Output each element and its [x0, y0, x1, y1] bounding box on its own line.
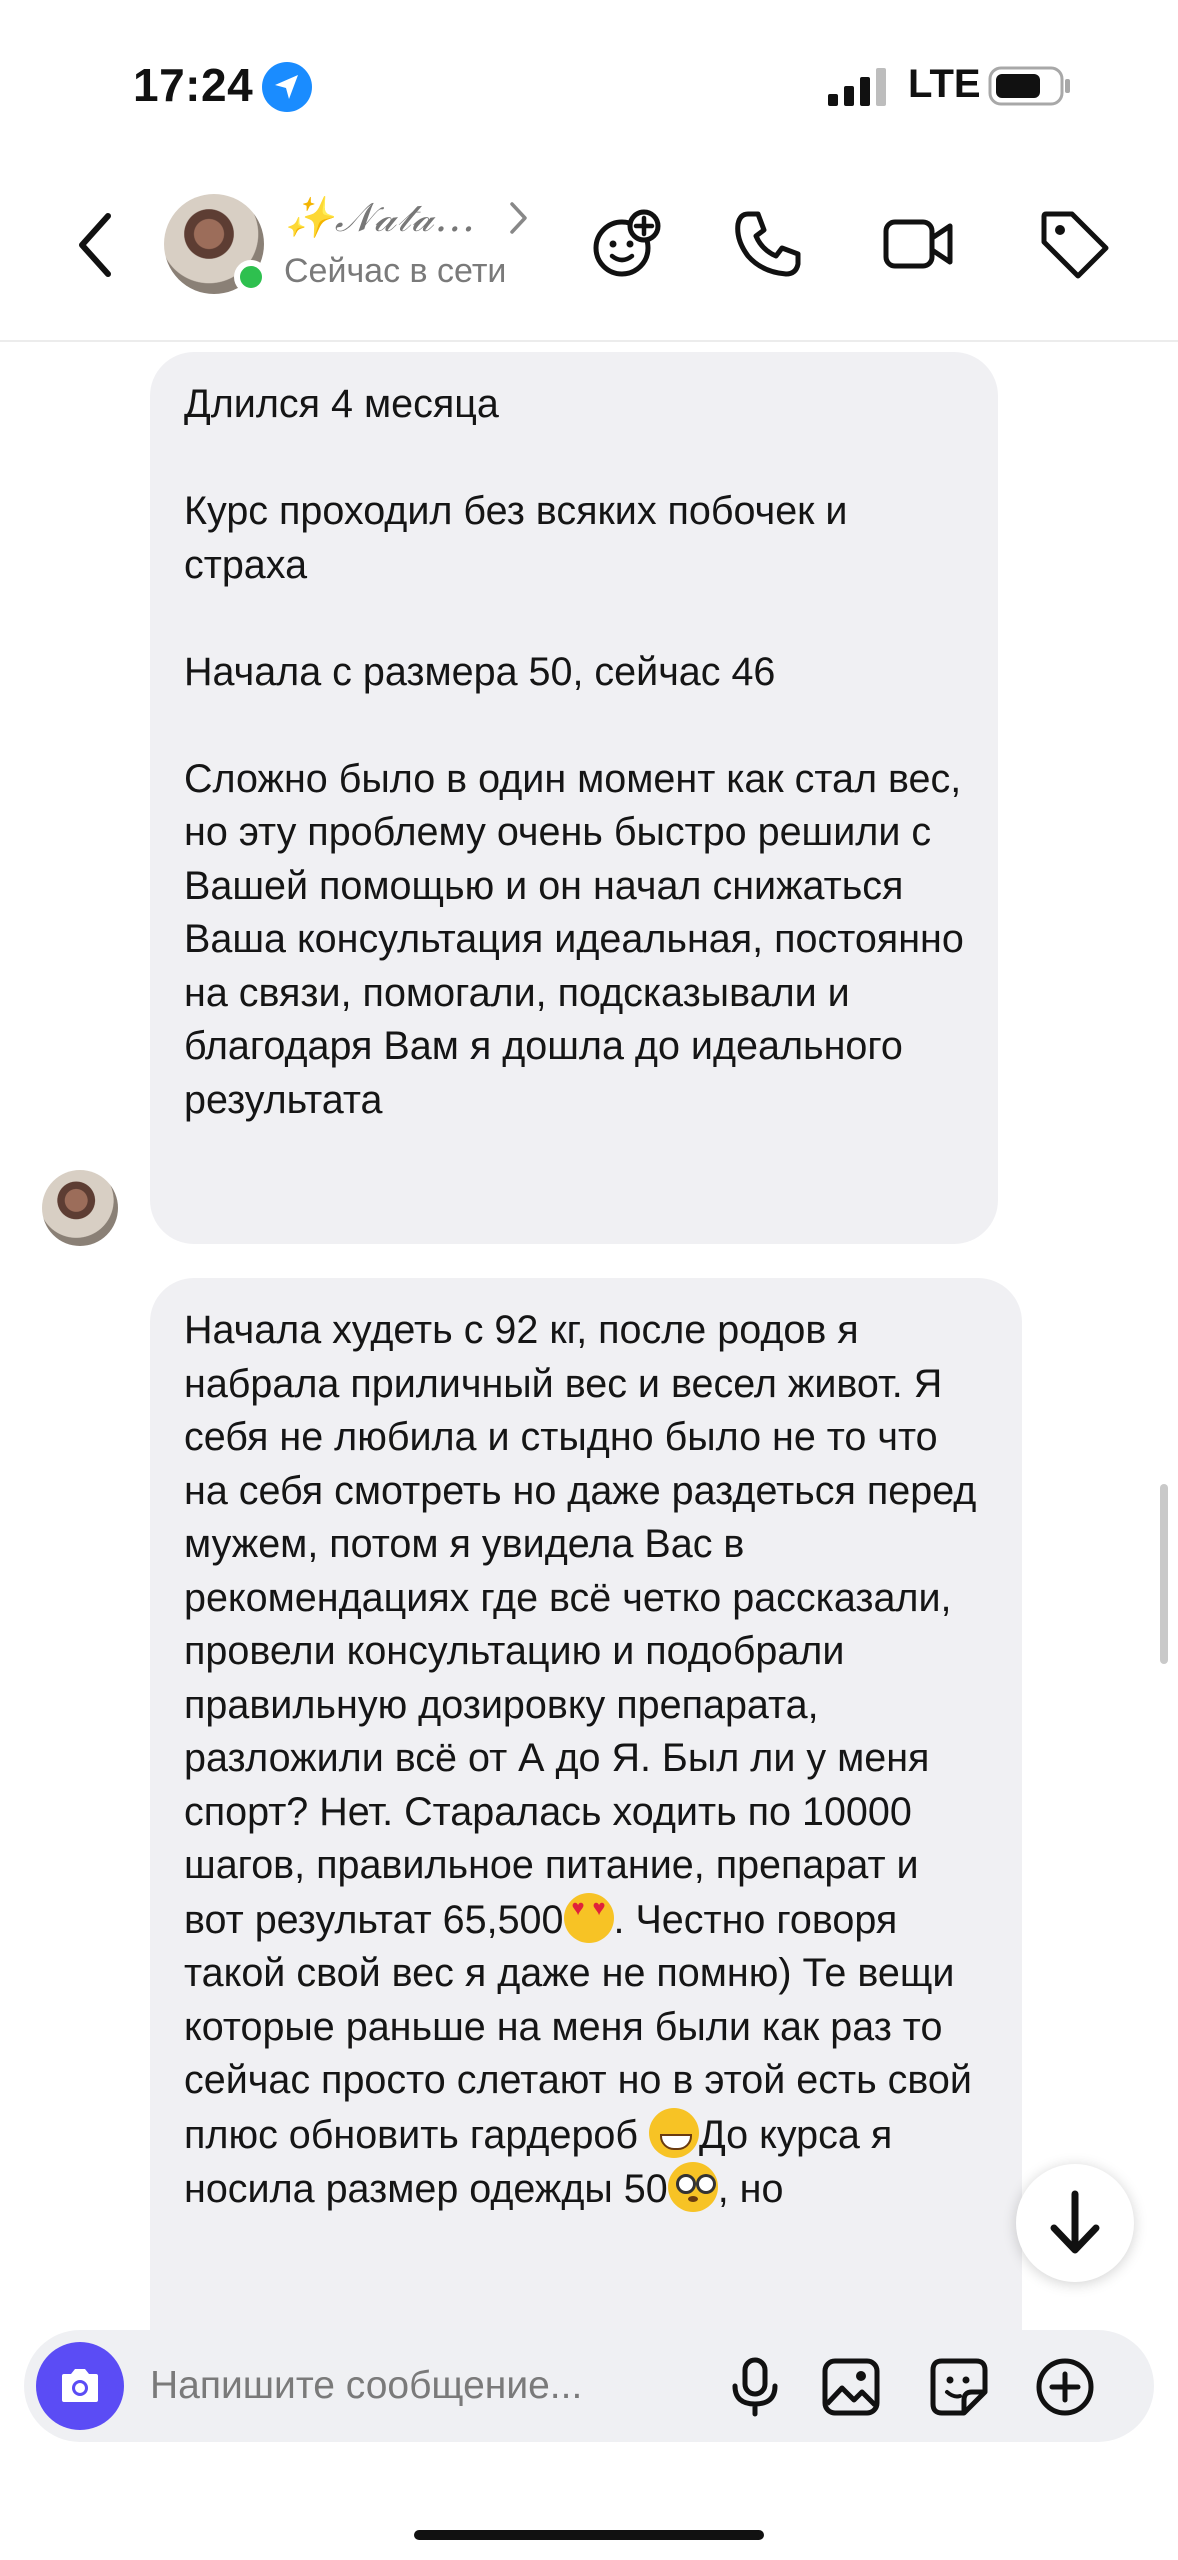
home-indicator[interactable] [414, 2530, 764, 2540]
plus-icon[interactable] [1034, 2356, 1096, 2418]
status-bar: 17:24 LTE [0, 0, 1178, 170]
message-input[interactable] [150, 2356, 710, 2416]
video-icon[interactable] [880, 206, 956, 282]
message-text-part: Начала худеть с 92 кг, после родов я наб… [184, 1308, 988, 1942]
message-composer [24, 2330, 1154, 2442]
tag-icon[interactable] [1036, 206, 1112, 282]
message-bubble[interactable]: Длился 4 месяца Курс проходил без всяких… [150, 352, 998, 1244]
camera-icon [62, 2369, 98, 2402]
scrollbar[interactable] [1160, 1484, 1168, 1664]
add-sticker-icon[interactable] [588, 206, 664, 282]
message-text: Начала худеть с 92 кг, после родов я наб… [184, 1304, 988, 2217]
gallery-icon[interactable] [820, 2356, 882, 2418]
chat-header: ✨𝒩𝒶𝓉𝒶... Сейчас в сети [0, 170, 1178, 342]
contact-status: Сейчас в сети [284, 252, 507, 290]
contact-avatar[interactable] [164, 194, 268, 294]
chevron-right-icon[interactable] [508, 200, 530, 236]
online-indicator [234, 260, 268, 294]
sender-avatar[interactable] [42, 1170, 118, 1246]
arrow-down-icon [1050, 2190, 1100, 2254]
contact-name[interactable]: ✨𝒩𝒶𝓉𝒶... [284, 194, 476, 241]
signal-icon [828, 68, 886, 106]
phone-icon[interactable] [730, 206, 806, 282]
flushed-emoji-icon [667, 2162, 718, 2212]
status-time: 17:24 [133, 59, 254, 111]
heart-eyes-emoji-icon [563, 1892, 614, 1943]
message-text: Длился 4 месяца Курс проходил без всяких… [184, 382, 964, 1122]
network-label: LTE [908, 62, 981, 106]
scroll-down-button[interactable] [1016, 2164, 1134, 2282]
microphone-icon[interactable] [724, 2356, 786, 2418]
message-text-part: , но [717, 2167, 784, 2211]
sticker-icon[interactable] [928, 2356, 990, 2418]
camera-button[interactable] [36, 2342, 124, 2430]
location-arrow-icon [262, 62, 312, 112]
message-bubble[interactable]: Начала худеть с 92 кг, после родов я наб… [150, 1278, 1022, 2378]
back-icon[interactable] [72, 210, 122, 280]
battery-icon [988, 66, 1070, 106]
grin-emoji-icon [648, 2107, 699, 2158]
